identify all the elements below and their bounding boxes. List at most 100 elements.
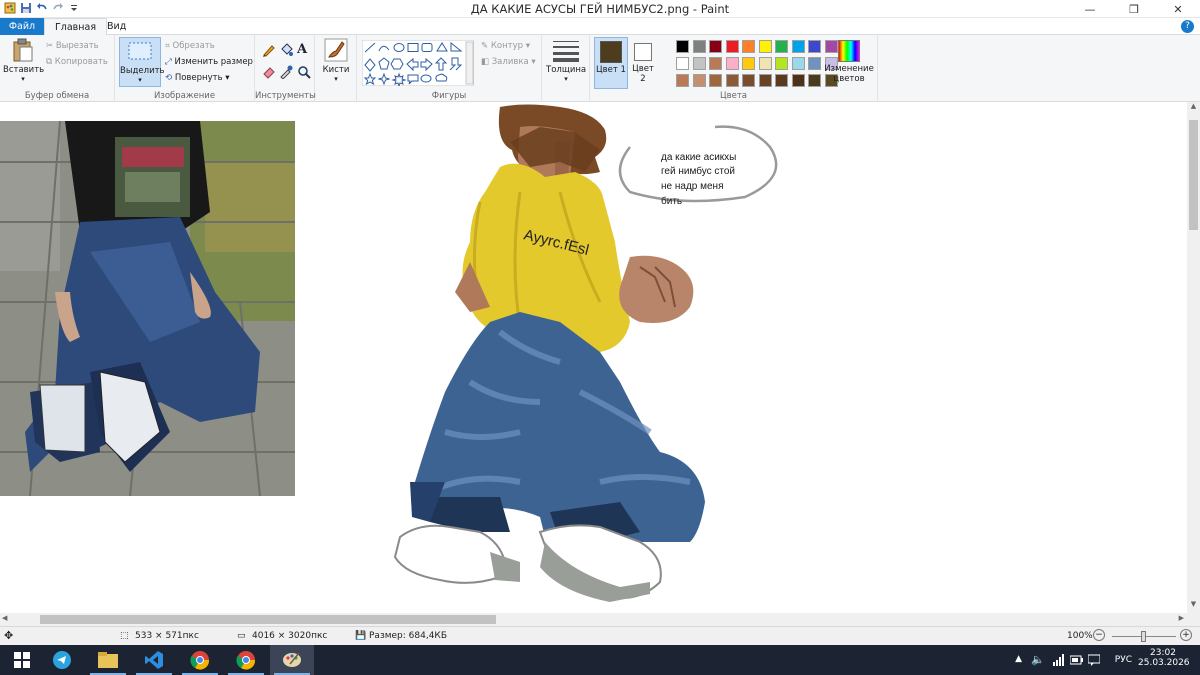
fill-label: Заливка — [491, 57, 529, 67]
shapes-group-label: Фигуры — [431, 91, 467, 101]
fill-button[interactable]: ◧ Заливка ▾ — [481, 57, 536, 67]
scroll-down-icon[interactable]: ▼ — [1187, 600, 1200, 613]
input-language[interactable]: РУС — [1115, 655, 1132, 665]
palette-swatch[interactable] — [692, 57, 706, 70]
rotate-button[interactable]: ⟲ Повернуть ▾ — [165, 73, 230, 83]
palette-swatch[interactable] — [775, 74, 788, 87]
palette-swatch[interactable] — [725, 40, 739, 53]
copy-label: Копировать — [54, 57, 108, 67]
palette-swatch[interactable] — [758, 57, 772, 70]
palette-swatch[interactable] — [775, 57, 788, 70]
pencil-icon[interactable] — [262, 43, 276, 57]
scroll-right-icon[interactable]: ▶ — [1179, 614, 1184, 622]
vertical-scrollbar[interactable]: ▲ ▼ — [1187, 102, 1200, 613]
palette-swatch[interactable] — [725, 74, 739, 87]
taskbar-vscode[interactable] — [132, 645, 176, 675]
tray-expand-icon[interactable]: ▲ — [1015, 654, 1022, 664]
palette-swatch[interactable] — [742, 74, 755, 87]
palette-swatch[interactable] — [808, 57, 821, 70]
edit-colors-button[interactable]: Изменение цветов — [824, 38, 874, 90]
cursor-position-icon: ✥ — [4, 629, 14, 642]
palette-swatch[interactable] — [791, 40, 805, 53]
horizontal-scrollbar[interactable]: ◀ ▶ — [0, 613, 1200, 626]
zoom-slider-thumb[interactable] — [1141, 631, 1146, 642]
taskbar-chrome-1[interactable] — [178, 645, 222, 675]
palette-swatch[interactable] — [808, 40, 821, 53]
palette-swatch[interactable] — [791, 74, 805, 87]
resize-button[interactable]: ⤢ Изменить размер — [165, 57, 253, 67]
color-picker-icon[interactable] — [279, 65, 293, 79]
zoom-in-icon[interactable]: + — [1180, 629, 1192, 641]
palette-swatch[interactable] — [676, 74, 689, 87]
palette-swatch[interactable] — [676, 57, 689, 70]
magnifier-icon[interactable] — [297, 65, 311, 79]
text-tool-icon[interactable]: A — [297, 42, 307, 57]
taskbar-explorer[interactable] — [86, 645, 130, 675]
palette-swatch[interactable] — [758, 40, 772, 53]
close-button[interactable]: ✕ — [1156, 0, 1200, 18]
help-button[interactable]: ? — [1181, 20, 1194, 33]
image-size: 4016 × 3020пкс — [252, 631, 328, 641]
clock[interactable]: 23:02 25.03.2026 — [1138, 648, 1190, 668]
palette-swatch[interactable] — [676, 40, 689, 53]
palette-swatch[interactable] — [791, 57, 805, 70]
crop-button[interactable]: ⌗ Обрезать — [165, 41, 215, 51]
minimize-button[interactable]: — — [1068, 0, 1112, 18]
scroll-up-icon[interactable]: ▲ — [1187, 102, 1200, 115]
shapes-group: ✎ Контур ▾ ◧ Заливка ▾ Фигуры — [357, 35, 542, 102]
tab-file[interactable]: Файл — [0, 18, 44, 35]
paste-button[interactable]: Вставить ▾ — [3, 38, 44, 88]
horizontal-scroll-thumb[interactable] — [40, 615, 496, 624]
select-label: Выделить — [120, 66, 165, 76]
vertical-scroll-thumb[interactable] — [1189, 120, 1198, 230]
palette-swatch[interactable] — [692, 40, 706, 53]
brushes-button[interactable]: Кисти ▾ — [319, 38, 353, 88]
taskbar-chrome-2[interactable] — [224, 645, 268, 675]
palette-swatch[interactable] — [709, 40, 722, 53]
start-button[interactable] — [0, 645, 44, 675]
palette-swatch[interactable] — [758, 74, 772, 87]
palette-swatch[interactable] — [692, 74, 706, 87]
cut-button[interactable]: ✂ Вырезать — [46, 41, 99, 51]
window-title: ДА КАКИЕ АСУСЫ ГЕЙ НИМБУС2.png - Paint — [470, 2, 730, 16]
color1-button[interactable]: Цвет 1 — [594, 37, 628, 89]
outline-button[interactable]: ✎ Контур ▾ — [481, 41, 530, 51]
palette-swatch[interactable] — [742, 57, 755, 70]
selection-size-icon: ⬚ — [120, 631, 129, 641]
palette-swatch[interactable] — [725, 57, 739, 70]
fill-bucket-icon[interactable] — [279, 43, 293, 57]
character-drawing — [393, 104, 778, 602]
canvas-area[interactable]: Ayyrc.fEsl да какие асикxы гей нимбус ст… — [0, 102, 1187, 613]
canvas-image[interactable]: Ayyrc.fEsl да какие асикxы гей нимбус ст… — [0, 102, 1187, 613]
volume-icon[interactable]: 🔈 — [1031, 653, 1045, 666]
ribbon: Вставить ▾ ✂ Вырезать ⧉ Копировать Буфер… — [0, 35, 1200, 102]
image-group: Выделить ▾ ⌗ Обрезать ⤢ Изменить размер … — [115, 35, 255, 102]
message-icon[interactable] — [1088, 654, 1100, 666]
restore-button[interactable]: ❐ — [1112, 0, 1156, 18]
network-icon[interactable] — [1053, 654, 1065, 666]
palette-swatch[interactable] — [808, 74, 821, 87]
shapes-gallery[interactable] — [362, 40, 474, 86]
scroll-left-icon[interactable]: ◀ — [2, 614, 7, 622]
taskbar-paint[interactable] — [270, 645, 314, 675]
resize-label: Изменить размер — [174, 57, 253, 67]
select-button[interactable]: Выделить ▾ — [119, 37, 165, 87]
rotate-dropdown-icon: ▾ — [222, 73, 230, 83]
color2-button[interactable]: Цвет 2 — [630, 37, 656, 89]
tab-view[interactable]: Вид — [97, 18, 136, 35]
palette-swatch[interactable] — [742, 40, 755, 53]
battery-icon[interactable] — [1070, 655, 1083, 665]
palette-swatch[interactable] — [775, 40, 788, 53]
taskbar-telegram[interactable] — [40, 645, 84, 675]
file-size: Размер: 684,4КБ — [369, 631, 447, 641]
zoom-out-icon[interactable]: − — [1093, 629, 1105, 641]
brushes-group: Кисти ▾ — [315, 35, 357, 102]
color2-swatch — [634, 43, 652, 61]
palette-swatch[interactable] — [709, 57, 722, 70]
eraser-icon[interactable] — [262, 65, 276, 79]
vscode-icon — [145, 651, 163, 669]
copy-button[interactable]: ⧉ Копировать — [46, 57, 108, 67]
size-button[interactable]: Толщина ▾ — [546, 38, 586, 88]
telegram-icon — [53, 651, 71, 669]
palette-swatch[interactable] — [709, 74, 722, 87]
